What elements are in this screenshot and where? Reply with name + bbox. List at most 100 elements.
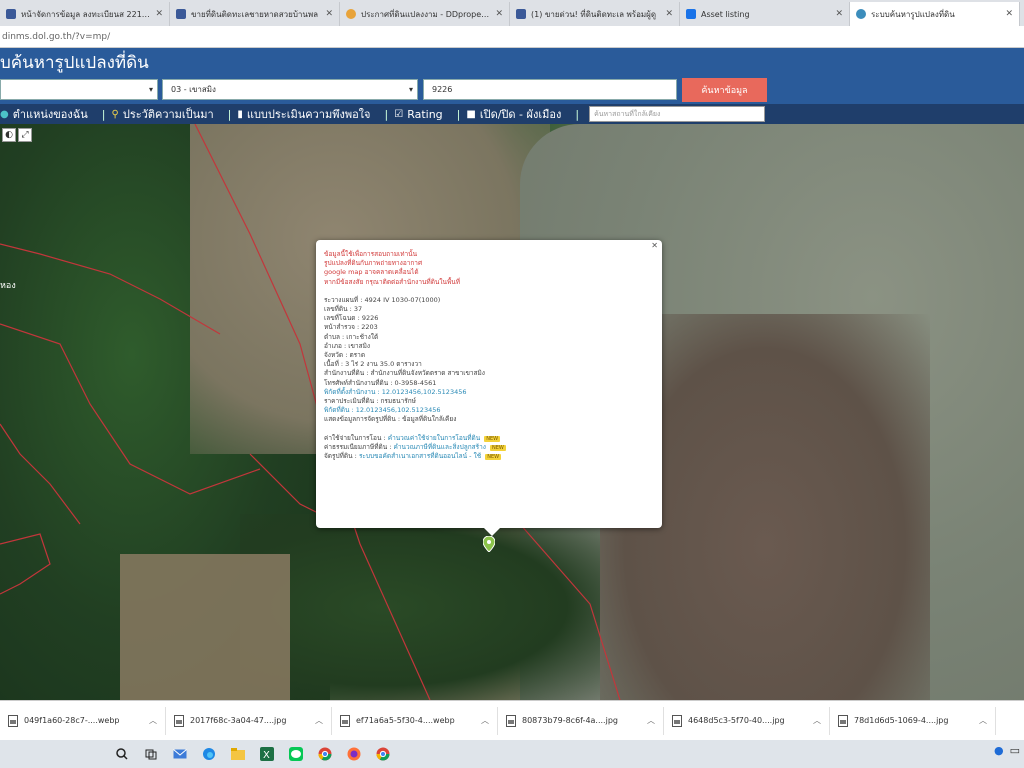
url-text: dinms.dol.go.th/?v=mp/ [2, 31, 111, 42]
search-icon[interactable] [112, 744, 132, 764]
menu-bar: ● ตำแหน่งของฉัน | ⚲ ประวัติความเป็นมา | … [0, 104, 1024, 124]
menu-divider: | [227, 107, 232, 121]
checkbox-icon: ☑ [394, 108, 404, 120]
popup-link-row: จัดรูปที่ดิน : ระบบขอคัดสำเนาเอกสารที่ดิ… [324, 452, 502, 461]
chevron-up-icon[interactable]: ︿ [647, 715, 655, 726]
search-row: ▾ 03 - เขาสมิง ▾ 9226 ค้นหาข้อมูล [0, 76, 1024, 104]
warning-line: หากมีข้อสงสัย กรุณาติดต่อสำนักงานที่ดินใ… [324, 277, 461, 286]
new-badge: NEW [485, 454, 502, 461]
history-icon: ⚲ [111, 108, 119, 120]
menu-item-history[interactable]: ⚲ ประวัติความเป็นมา [112, 105, 214, 123]
notification-icon[interactable]: ▭ [1010, 744, 1020, 757]
land-tax-link[interactable]: คำนวณภาษีที่ดินและสิ่งปลูกสร้าง [394, 443, 486, 451]
popup-pointer [484, 528, 500, 536]
menu-divider: | [575, 107, 580, 121]
new-badge: NEW [484, 435, 501, 442]
system-tray: ● ▭ [994, 744, 1020, 757]
search-button[interactable]: ค้นหาข้อมูล [682, 78, 767, 102]
detail-link-line[interactable]: พิกัดที่ตั้งสำนักงาน : 12.0123456,102.51… [324, 388, 654, 397]
site-favicon-icon [176, 9, 186, 19]
warning-line: ข้อมูลนี้ใช้เพื่อการสอบถามเท่านั้น [324, 250, 418, 258]
location-icon: ● [0, 108, 9, 120]
close-icon[interactable]: ✕ [325, 9, 333, 19]
menu-divider: | [101, 107, 106, 121]
district-select[interactable]: 03 - เขาสมิง ▾ [162, 79, 418, 100]
image-file-icon [506, 714, 516, 727]
svg-text:X: X [263, 750, 270, 761]
detail-line: โทรศัพท์สำนักงานที่ดิน : 0-3958-4561 [324, 378, 437, 387]
site-favicon-icon [516, 9, 526, 19]
close-icon[interactable]: ✕ [651, 241, 658, 250]
detail-line: แสดงข้อมูลการจัดรูปที่ดิน : ข้อมูลที่ดิน… [324, 415, 457, 424]
menu-item-city-plan-toggle[interactable]: ■ เปิด/ปิด - ผังเมือง [466, 105, 561, 123]
menu-item-survey[interactable]: ▮ แบบประเมินความพึงพอใจ [237, 105, 370, 123]
chevron-down-icon: ▾ [408, 85, 413, 94]
close-icon[interactable]: ✕ [155, 9, 163, 19]
chrome-icon[interactable] [373, 744, 393, 764]
download-item[interactable]: 4648d5c3-5f70-40....jpg ︿ [664, 706, 830, 735]
excel-icon[interactable]: X [257, 744, 277, 764]
popup-link-row: ค่าธรรมเนียมภาษีที่ดิน : คำนวณภาษีที่ดิน… [324, 442, 506, 451]
detail-line: เลขที่ดิน : 37 [324, 305, 363, 314]
detail-line: สำนักงานที่ดิน : สำนักงานที่ดินจังหวัดตร… [324, 369, 485, 378]
location-pin-icon[interactable] [483, 536, 495, 552]
line-icon[interactable] [286, 744, 306, 764]
close-icon[interactable]: ✕ [495, 9, 503, 19]
map-controls: ◐ ⤢ [2, 128, 32, 142]
site-favicon-icon [346, 9, 356, 19]
menu-item-rating[interactable]: ☑ Rating [394, 108, 442, 121]
mail-icon[interactable] [170, 744, 190, 764]
warning-line: google map อาจคลาดเคลื่อนได้ [324, 268, 419, 277]
file-explorer-icon[interactable] [228, 744, 248, 764]
task-view-icon[interactable] [141, 744, 161, 764]
menu-item-my-location[interactable]: ● ตำแหน่งของฉัน [0, 105, 88, 123]
windows-taskbar: X ● ▭ [0, 740, 1024, 768]
image-file-icon [174, 714, 184, 727]
fullscreen-icon[interactable]: ⤢ [18, 128, 32, 142]
browser-tab[interactable]: Asset listing ✕ [680, 2, 850, 26]
place-search-input[interactable]: ค้นหาสถานที่ใกล้เคียง [589, 106, 766, 122]
checkbox-icon: ■ [466, 108, 476, 120]
chevron-up-icon[interactable]: ︿ [979, 715, 987, 726]
download-item[interactable]: 78d1d6d5-1069-4....jpg ︿ [830, 706, 996, 735]
transfer-cost-link[interactable]: คำนวณค่าใช้จ่ายในการโอนที่ดิน [388, 434, 480, 442]
chevron-up-icon[interactable]: ︿ [315, 715, 323, 726]
province-select[interactable]: ▾ [0, 79, 158, 100]
image-file-icon [340, 714, 350, 727]
detail-line: เลขที่โฉนด : 9226 [324, 314, 379, 323]
chevron-down-icon: ▾ [148, 85, 153, 94]
image-file-icon [8, 714, 18, 727]
form-icon: ▮ [237, 108, 243, 120]
firefox-icon[interactable] [344, 744, 364, 764]
image-file-icon [672, 714, 682, 727]
chevron-up-icon[interactable]: ︿ [481, 715, 489, 726]
chrome-icon[interactable] [315, 744, 335, 764]
layers-icon[interactable]: ◐ [2, 128, 16, 142]
browser-tab[interactable]: ประกาศที่ดินแปลงงาม - DDproperty ✕ [340, 2, 510, 26]
close-icon[interactable]: ✕ [835, 9, 843, 19]
download-item[interactable]: ef71a6a5-5f30-4....webp ︿ [332, 706, 498, 735]
new-badge: NEW [490, 444, 506, 451]
close-icon[interactable]: ✕ [1005, 9, 1013, 19]
site-favicon-icon [6, 9, 16, 19]
download-item[interactable]: 80873b79-8c6f-4a....jpg ︿ [498, 706, 664, 735]
menu-divider: | [384, 107, 389, 121]
browser-tab[interactable]: หน้าจัดการข้อมูล ลงทะเบียนส 22113 ✕ [0, 2, 170, 26]
app-header: บค้นหารูปแปลงที่ดิน [0, 48, 1024, 76]
chevron-up-icon[interactable]: ︿ [149, 715, 157, 726]
address-bar[interactable]: dinms.dol.go.th/?v=mp/ [0, 26, 1024, 48]
browser-tab[interactable]: (1) ขายด่วน! ที่ดินติดทะเล พร้อมผู้ดู ✕ [510, 2, 680, 26]
document-request-link[interactable]: ระบบขอคัดสำเนาเอกสารที่ดินออนไลน์ - ใช้ [359, 452, 481, 460]
parcel-info-popup: ✕ ข้อมูลนี้ใช้เพื่อการสอบถามเท่านั้น รูป… [316, 240, 662, 536]
edge-icon[interactable] [199, 744, 219, 764]
browser-tab[interactable]: ขายที่ดินติดทะเลชายหาดสวยบ้านพล ✕ [170, 2, 340, 26]
close-icon[interactable]: ✕ [665, 9, 673, 19]
chevron-up-icon[interactable]: ︿ [813, 715, 821, 726]
detail-line: ระวางแผนที่ : 4924 IV 1030-07(1000) [324, 295, 441, 304]
parcel-number-input[interactable]: 9226 [423, 79, 677, 100]
browser-tab-active[interactable]: ระบบค้นหารูปแปลงที่ดิน ✕ [850, 2, 1020, 26]
download-item[interactable]: 2017f68c-3a04-47....jpg ︿ [166, 706, 332, 735]
detail-line: จังหวัด : ตราด [324, 351, 366, 360]
people-icon[interactable]: ● [994, 744, 1004, 757]
download-item[interactable]: 049f1a60-28c7-....webp ︿ [0, 706, 166, 735]
